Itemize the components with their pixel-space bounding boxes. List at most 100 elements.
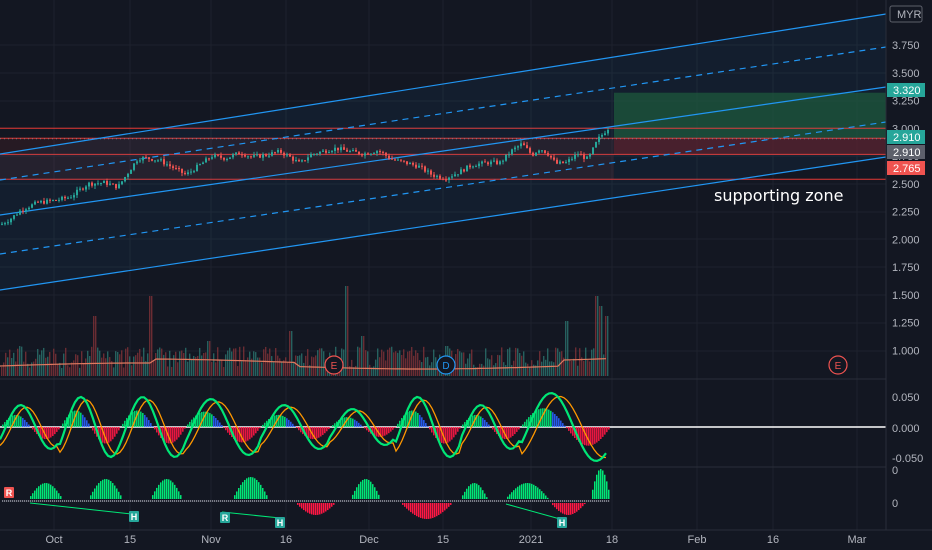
squeeze-dot — [32, 500, 34, 502]
squeeze-dot — [118, 500, 120, 502]
squeeze-dot — [448, 500, 450, 502]
momentum-bar — [303, 503, 305, 511]
momentum-bar — [418, 503, 420, 518]
volume-bar — [169, 350, 171, 376]
osc-bar — [182, 427, 184, 432]
candle-body — [427, 170, 429, 172]
candle-body — [499, 161, 501, 165]
osc-bar — [22, 418, 24, 427]
volume-bar — [53, 348, 55, 376]
momentum-bar — [434, 503, 436, 518]
price-chart[interactable]: supporting zone MYR 3.7503.5003.2503.000… — [0, 0, 932, 550]
candle-body — [241, 154, 243, 156]
volume-bar — [103, 353, 105, 376]
momentum-bar — [450, 503, 452, 505]
volume-bar — [413, 355, 415, 376]
momentum-bar — [474, 483, 476, 499]
squeeze-dot — [236, 500, 238, 502]
squeeze-dot — [416, 500, 418, 502]
volume-bar — [227, 350, 229, 376]
candle-body — [94, 183, 96, 186]
candle-body — [43, 201, 45, 204]
volume-bar — [43, 347, 45, 376]
squeeze-dot — [406, 500, 408, 502]
osc-bar — [52, 427, 54, 436]
squeeze-dot — [470, 500, 472, 502]
candle-body — [490, 161, 492, 165]
squeeze-dot — [384, 500, 386, 502]
candle-body — [346, 149, 348, 152]
candle-body — [280, 149, 282, 153]
squeeze-dot — [168, 500, 170, 502]
squeeze-dot — [242, 500, 244, 502]
time-tick: 15 — [437, 534, 449, 546]
volume-bar — [187, 361, 189, 376]
oscillator-axis[interactable]: 0.050 0.000 -0.050 — [892, 392, 923, 465]
squeeze-dot — [220, 500, 222, 502]
volume-bar — [225, 354, 227, 376]
osc-bar — [358, 422, 360, 427]
candle-body — [310, 154, 312, 158]
squeeze-dot — [420, 500, 422, 502]
volume-bar — [319, 348, 321, 376]
currency-label[interactable]: MYR — [889, 5, 923, 23]
volume-bar — [407, 351, 409, 376]
squeeze-dot — [352, 500, 354, 502]
squeeze-dot — [308, 500, 310, 502]
squeeze-dot — [42, 500, 44, 502]
candle-body — [7, 222, 9, 224]
volume-bar — [493, 365, 495, 376]
momentum-bar — [604, 474, 606, 499]
squeeze-dot — [422, 500, 424, 502]
momentum-bar — [570, 503, 572, 515]
squeeze-dot — [10, 500, 12, 502]
osc-bar — [492, 427, 494, 430]
volume-bar — [173, 355, 175, 376]
momentum-bar — [376, 490, 378, 499]
volume-bar — [409, 350, 411, 376]
osc-bar — [54, 427, 56, 435]
squeeze-dot — [24, 500, 26, 502]
momentum-bar — [321, 503, 323, 514]
volume-bar — [65, 347, 67, 376]
osc-bar — [552, 412, 554, 427]
squeeze-dot — [526, 500, 528, 502]
candle-body — [601, 135, 603, 137]
volume-bar — [209, 341, 211, 376]
candle-body — [223, 157, 225, 160]
candle-body — [400, 159, 402, 161]
volume-bar — [289, 331, 291, 376]
momentum-bar — [92, 491, 94, 499]
squeeze-dot — [72, 500, 74, 502]
candle-body — [208, 158, 210, 160]
candle-body — [568, 159, 570, 163]
volume-bar — [427, 356, 429, 376]
candle-body — [355, 150, 357, 152]
osc-bar — [178, 427, 180, 438]
squeeze-dot — [200, 500, 202, 502]
candle-body — [229, 157, 231, 159]
candle-body — [373, 153, 375, 155]
volume-bar — [401, 354, 403, 376]
volume-bar — [507, 349, 509, 376]
price-tick: 2.250 — [892, 207, 920, 219]
squeeze-dot — [560, 500, 562, 502]
squeeze-dot — [12, 500, 14, 502]
momentum-bar — [448, 503, 450, 507]
momentum-bar — [416, 503, 418, 517]
squeeze-dot — [346, 500, 348, 502]
osc-bar — [459, 427, 461, 429]
volume-bar — [287, 362, 289, 376]
signal-letter: R — [6, 488, 13, 498]
squeeze-dot — [516, 500, 518, 502]
candle-body — [418, 165, 420, 168]
momentum-bar — [152, 495, 154, 499]
volume-bar — [591, 349, 593, 376]
volume-bar — [597, 296, 599, 376]
squeeze-dot — [136, 500, 138, 502]
volume-bar — [241, 361, 243, 376]
candle-body — [247, 156, 249, 158]
squeeze-dot — [322, 500, 324, 502]
squeeze-dot — [524, 500, 526, 502]
volume-bar — [73, 360, 75, 376]
